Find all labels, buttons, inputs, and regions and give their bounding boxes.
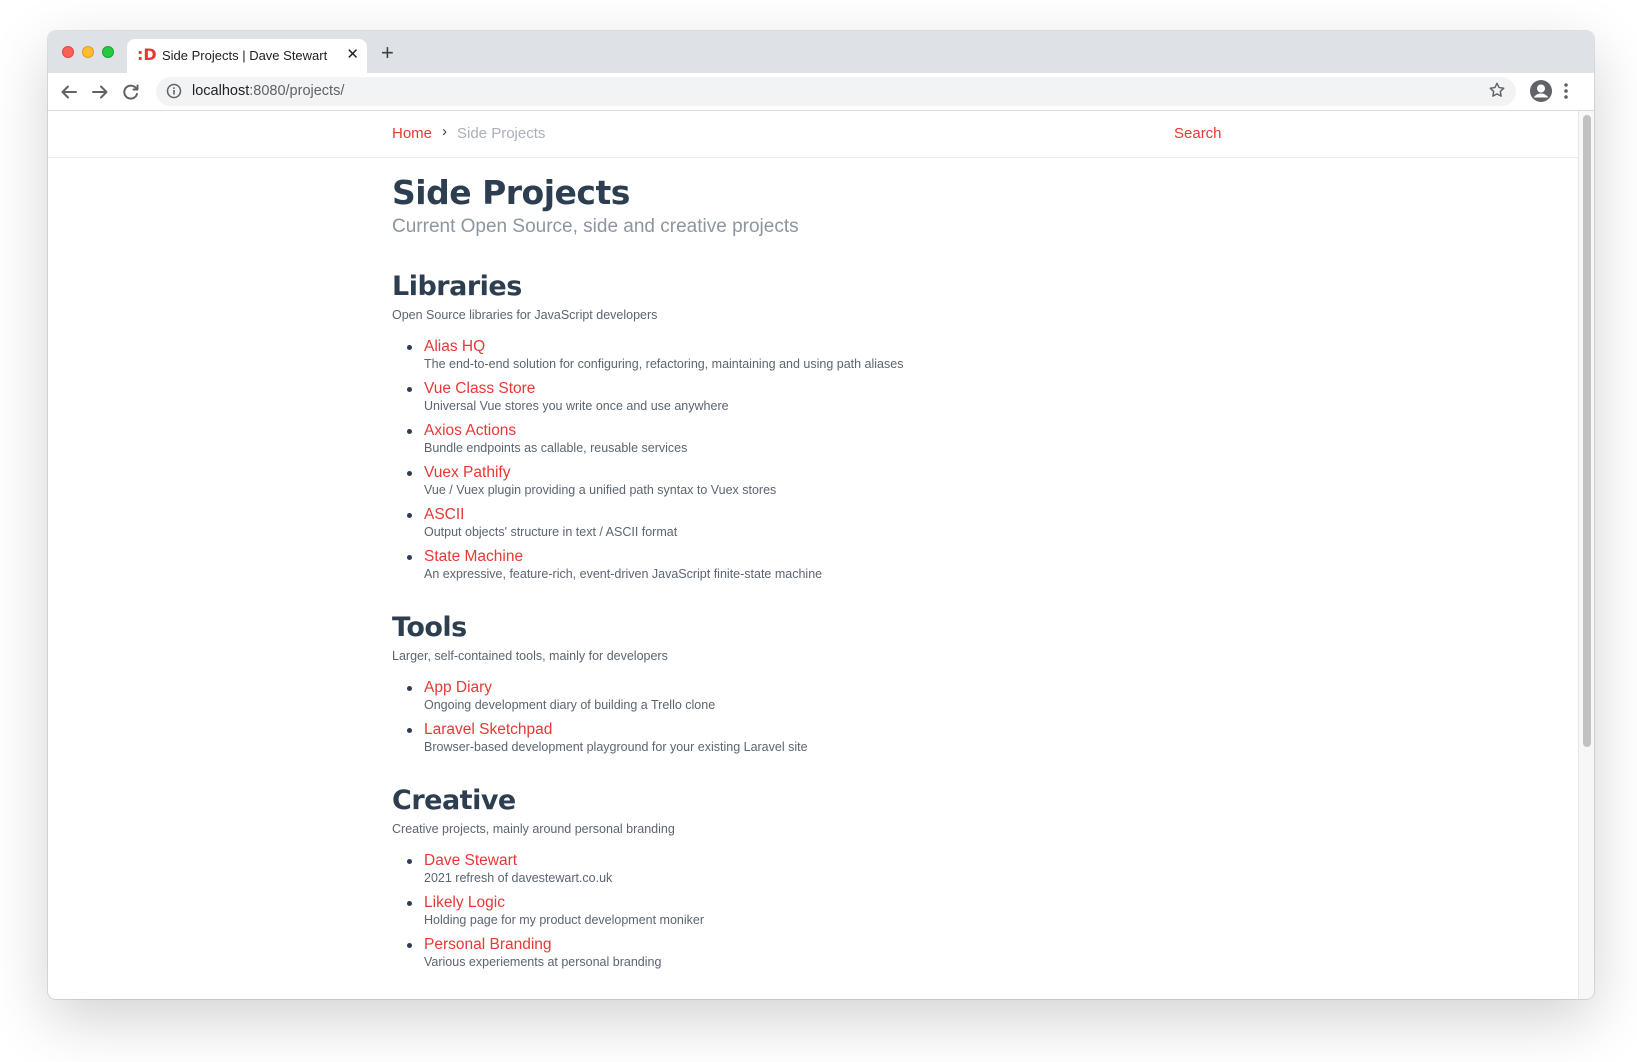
profile-avatar-icon[interactable] [1529, 79, 1553, 108]
section-description: Larger, self-contained tools, mainly for… [392, 649, 668, 663]
bullet-icon [407, 859, 412, 864]
bullet-icon [407, 513, 412, 518]
project-description: Ongoing development diary of building a … [424, 698, 716, 712]
project-description: An expressive, feature-rich, event-drive… [424, 567, 823, 581]
list-item: App Diary Ongoing development diary of bu… [392, 678, 1212, 713]
project-link[interactable]: Vuex Pathify [424, 463, 1212, 483]
list-item: State Machine An expressive, feature-rich… [392, 547, 1212, 582]
menu-dots-icon[interactable] [1563, 81, 1569, 106]
project-description: Browser-based development playground for… [424, 740, 808, 754]
project-description: Universal Vue stores you write once and … [424, 399, 729, 413]
section-tools: Tools Larger, self-contained tools, main… [392, 610, 1212, 755]
section-title: Creative [392, 785, 516, 816]
browser-tab[interactable]: :D Side Projects | Dave Stewart ✕ [127, 39, 367, 73]
bullet-icon [407, 943, 412, 948]
project-description: Vue / Vuex plugin providing a unified pa… [424, 483, 777, 497]
list-item: Alias HQ The end-to-end solution for conf… [392, 337, 1212, 372]
forward-arrow-icon[interactable] [89, 81, 111, 103]
section-libraries: Libraries Open Source libraries for Java… [392, 269, 1212, 582]
breadcrumb-home-link[interactable]: Home [392, 125, 432, 142]
list-item: Personal Branding Various experiements at… [392, 935, 1212, 970]
section-creative: Creative Creative projects, mainly aroun… [392, 783, 1212, 970]
back-arrow-icon[interactable] [58, 81, 80, 103]
list-item: Likely Logic Holding page for my product … [392, 893, 1212, 928]
bullet-icon [407, 345, 412, 350]
breadcrumb-chevron-icon: › [442, 123, 447, 140]
list-item: Vuex Pathify Vue / Vuex plugin providing … [392, 463, 1212, 498]
bullet-icon [407, 387, 412, 392]
section-title: Libraries [392, 271, 522, 302]
maximize-window-button[interactable] [102, 46, 114, 58]
new-tab-button[interactable]: + [381, 41, 394, 65]
section-description: Creative projects, mainly around persona… [392, 822, 675, 836]
project-link[interactable]: Dave Stewart [424, 851, 1212, 871]
address-bar[interactable]: localhost:8080/projects/ [156, 77, 1516, 106]
project-link[interactable]: State Machine [424, 547, 1212, 567]
project-list: Dave Stewart 2021 refresh of davestewart.… [392, 851, 1212, 970]
list-item: Vue Class Store Universal Vue stores you … [392, 379, 1212, 414]
project-link[interactable]: Alias HQ [424, 337, 1212, 357]
reload-icon[interactable] [120, 81, 142, 103]
minimize-window-button[interactable] [82, 46, 94, 58]
section-description: Open Source libraries for JavaScript dev… [392, 308, 658, 322]
section-title: Tools [392, 612, 467, 643]
bullet-icon [407, 901, 412, 906]
close-window-button[interactable] [62, 46, 74, 58]
page-viewport: Home › Side Projects Search Side Project… [48, 111, 1594, 999]
bullet-icon [407, 686, 412, 691]
project-link[interactable]: App Diary [424, 678, 1212, 698]
bullet-icon [407, 728, 412, 733]
project-description: The end-to-end solution for configuring,… [424, 357, 904, 371]
page-subtitle: Current Open Source, side and creative p… [392, 216, 799, 237]
project-description: Output objects' structure in text / ASCI… [424, 525, 678, 539]
tab-title: Side Projects | Dave Stewart [162, 48, 328, 63]
project-description: Bundle endpoints as callable, reusable s… [424, 441, 688, 455]
project-link[interactable]: Axios Actions [424, 421, 1212, 441]
project-list: App Diary Ongoing development diary of bu… [392, 678, 1212, 755]
scrollbar-thumb[interactable] [1583, 115, 1591, 747]
project-description: Various experiements at personal brandin… [424, 955, 662, 969]
bullet-icon [407, 429, 412, 434]
url-host: localhost [192, 83, 250, 99]
browser-window: :D Side Projects | Dave Stewart ✕ + loca… [48, 31, 1594, 999]
site-header: Home › Side Projects Search [48, 111, 1578, 158]
scrollbar[interactable] [1578, 111, 1594, 999]
project-list: Alias HQ The end-to-end solution for conf… [392, 337, 1212, 582]
project-link[interactable]: Likely Logic [424, 893, 1212, 913]
search-link[interactable]: Search [1174, 125, 1222, 142]
project-link[interactable]: Laravel Sketchpad [424, 720, 1212, 740]
project-link[interactable]: Vue Class Store [424, 379, 1212, 399]
bullet-icon [407, 555, 412, 560]
browser-toolbar: localhost:8080/projects/ [48, 73, 1594, 111]
url-text[interactable]: localhost:8080/projects/ [192, 83, 344, 99]
favicon-icon: :D [137, 45, 157, 64]
project-description: Holding page for my product development … [424, 913, 705, 927]
list-item: Laravel Sketchpad Browser-based developme… [392, 720, 1212, 755]
project-link[interactable]: Personal Branding [424, 935, 1212, 955]
bullet-icon [407, 471, 412, 476]
list-item: Dave Stewart 2021 refresh of davestewart.… [392, 851, 1212, 886]
list-item: ASCII Output objects' structure in text /… [392, 505, 1212, 540]
list-item: Axios Actions Bundle endpoints as callabl… [392, 421, 1212, 456]
page-title: Side Projects [392, 173, 630, 212]
bookmark-star-icon[interactable] [1488, 81, 1506, 104]
main-content: Side Projects Current Open Source, side … [392, 171, 1212, 977]
site-info-icon[interactable] [166, 83, 182, 104]
tab-close-icon[interactable]: ✕ [346, 46, 359, 64]
project-link[interactable]: ASCII [424, 505, 1212, 525]
url-path: :8080/projects/ [249, 83, 345, 99]
project-description: 2021 refresh of davestewart.co.uk [424, 871, 613, 885]
title-bar: :D Side Projects | Dave Stewart ✕ + [48, 31, 1594, 73]
breadcrumb-current: Side Projects [457, 125, 546, 142]
